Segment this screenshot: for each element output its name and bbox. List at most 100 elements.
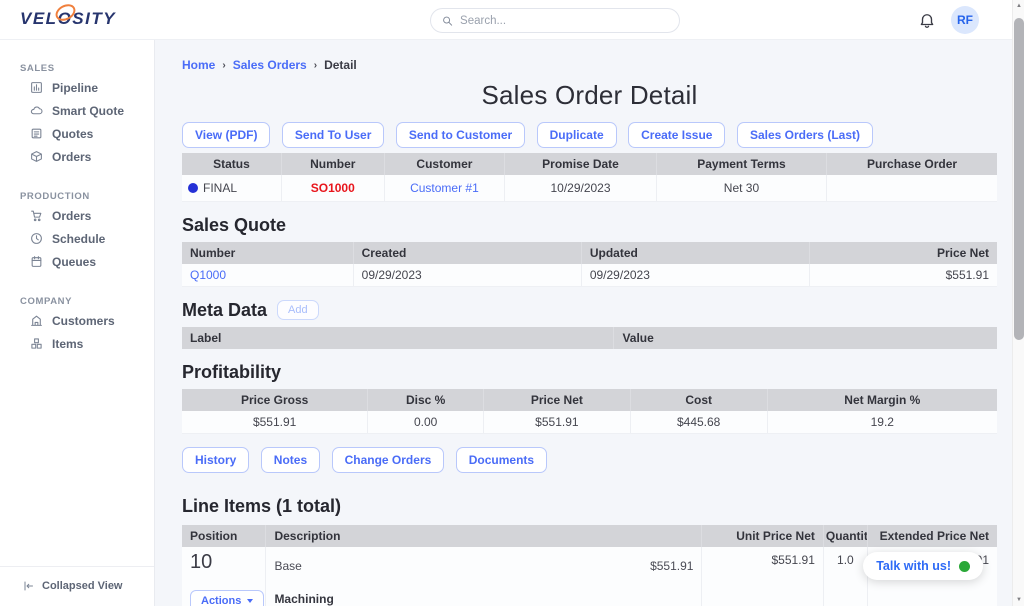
- collapse-left-icon: [22, 580, 34, 592]
- online-status-dot: [959, 561, 970, 572]
- col-position: Position: [182, 525, 266, 547]
- status-badge: FINAL: [203, 181, 237, 195]
- orders-icon: [30, 150, 43, 163]
- chat-launcher-button[interactable]: Talk with us!: [863, 552, 983, 580]
- quote-number-link[interactable]: Q1000: [182, 264, 353, 287]
- promise-date-cell: 10/29/2023: [505, 175, 657, 202]
- sidebar-item-label: Orders: [52, 209, 91, 223]
- sidebar-item-schedule[interactable]: Schedule: [0, 227, 154, 250]
- col-price-net: Price Net: [810, 242, 997, 264]
- sidebar-item-sales-orders[interactable]: Orders: [0, 145, 154, 168]
- col-updated: Updated: [581, 242, 809, 264]
- send-to-customer-button[interactable]: Send to Customer: [396, 122, 525, 148]
- status-dot-icon: [188, 183, 198, 193]
- collapse-sidebar-button[interactable]: Collapsed View: [0, 566, 154, 606]
- col-unit-price-net: Unit Price Net: [702, 525, 823, 547]
- meta-data-heading-row: Meta DataAdd: [182, 300, 997, 321]
- view-pdf-button[interactable]: View (PDF): [182, 122, 270, 148]
- notes-button[interactable]: Notes: [261, 447, 320, 473]
- col-status: Status: [182, 153, 281, 175]
- sidebar-item-label: Pipeline: [52, 81, 98, 95]
- sales-quote-heading: Sales Quote: [182, 215, 997, 236]
- profitability-heading: Profitability: [182, 362, 997, 383]
- profitability-row: $551.91 0.00 $551.91 $445.68 19.2: [182, 411, 997, 434]
- col-value: Value: [614, 327, 997, 349]
- page-scrollbar[interactable]: ▲ ▼: [1012, 0, 1024, 606]
- sales-quote-header-row: Number Created Updated Price Net: [182, 242, 997, 264]
- sidebar-nav: SALES Pipeline Smart Quote Quotes Orders…: [0, 40, 155, 606]
- sidebar-item-production-orders[interactable]: Orders: [0, 204, 154, 227]
- logo-text-post: SITY: [72, 9, 116, 28]
- sidebar-item-pipeline[interactable]: Pipeline: [0, 76, 154, 99]
- notifications-bell-icon[interactable]: [918, 11, 936, 29]
- col-cost: Cost: [630, 389, 767, 411]
- order-status-cell: FINAL: [182, 175, 281, 202]
- line-item-actions-button[interactable]: Actions: [190, 590, 264, 606]
- breadcrumb-home-link[interactable]: Home: [182, 58, 215, 72]
- sidebar-item-quotes[interactable]: Quotes: [0, 122, 154, 145]
- sidebar-section-sales: SALES: [20, 63, 154, 74]
- add-meta-data-button[interactable]: Add: [277, 300, 319, 320]
- order-summary-row: FINAL SO1000 Customer #1 10/29/2023 Net …: [182, 175, 997, 202]
- sales-quote-table: Number Created Updated Price Net Q1000 0…: [182, 242, 997, 287]
- profitability-header-row: Price Gross Disc % Price Net Cost Net Ma…: [182, 389, 997, 411]
- order-action-buttons: View (PDF) Send To User Send to Customer…: [182, 122, 997, 148]
- search-input[interactable]: [460, 15, 668, 27]
- machining-heading: Machining: [274, 592, 693, 606]
- sidebar-item-label: Schedule: [52, 232, 105, 246]
- sidebar-item-label: Smart Quote: [52, 104, 124, 118]
- scroll-up-arrow-icon[interactable]: ▲: [1013, 3, 1024, 9]
- col-label: Label: [182, 327, 614, 349]
- payment-terms-cell: Net 30: [656, 175, 826, 202]
- duplicate-button[interactable]: Duplicate: [537, 122, 617, 148]
- base-price-line: Base $551.91: [274, 551, 693, 573]
- position-cell: 10 Actions: [182, 547, 266, 606]
- user-avatar[interactable]: RF: [951, 6, 979, 34]
- breadcrumb-sales-orders-link[interactable]: Sales Orders: [233, 58, 307, 72]
- quote-updated-cell: 09/29/2023: [581, 264, 809, 287]
- col-net-margin: Net Margin %: [767, 389, 997, 411]
- chat-label: Talk with us!: [876, 559, 951, 573]
- sidebar-item-label: Queues: [52, 255, 96, 269]
- customer-link[interactable]: Customer #1: [384, 175, 505, 202]
- velosity-logo[interactable]: VELOSITY: [20, 9, 116, 29]
- col-created: Created: [353, 242, 581, 264]
- sidebar-item-label: Items: [52, 337, 83, 351]
- scroll-down-arrow-icon[interactable]: ▼: [1013, 597, 1024, 603]
- line-items-header-row: Position Description Unit Price Net Quan…: [182, 525, 997, 547]
- building-icon: [30, 314, 43, 327]
- create-issue-button[interactable]: Create Issue: [628, 122, 725, 148]
- history-button[interactable]: History: [182, 447, 249, 473]
- order-summary-table: Status Number Customer Promise Date Paym…: [182, 153, 997, 202]
- sidebar-item-queues[interactable]: Queues: [0, 250, 154, 273]
- breadcrumb-separator: ›: [222, 60, 225, 71]
- clock-icon: [30, 232, 43, 245]
- topbar-right-group: RF: [918, 0, 979, 40]
- price-gross-cell: $551.91: [182, 411, 368, 434]
- sidebar-item-customers[interactable]: Customers: [0, 309, 154, 332]
- col-payment-terms: Payment Terms: [656, 153, 826, 175]
- sidebar-item-items[interactable]: Items: [0, 332, 154, 355]
- search-icon: [442, 15, 453, 27]
- purchase-order-cell: [827, 175, 997, 202]
- order-summary-header-row: Status Number Customer Promise Date Paym…: [182, 153, 997, 175]
- scrollbar-thumb[interactable]: [1014, 18, 1024, 340]
- col-number: Number: [281, 153, 384, 175]
- send-to-user-button[interactable]: Send To User: [282, 122, 384, 148]
- profitability-table: Price Gross Disc % Price Net Cost Net Ma…: [182, 389, 997, 434]
- global-search[interactable]: [430, 8, 680, 33]
- sidebar-item-smart-quote[interactable]: Smart Quote: [0, 99, 154, 122]
- description-cell: Base $551.91 Machining QTY=1, MATERIAL=S…: [266, 547, 702, 606]
- col-price-net: Price Net: [484, 389, 631, 411]
- change-orders-button[interactable]: Change Orders: [332, 447, 445, 473]
- cost-cell: $445.68: [630, 411, 767, 434]
- col-price-gross: Price Gross: [182, 389, 368, 411]
- documents-button[interactable]: Documents: [456, 447, 547, 473]
- col-customer: Customer: [384, 153, 505, 175]
- sales-orders-last-button[interactable]: Sales Orders (Last): [737, 122, 873, 148]
- quantity-cell: 1.0: [823, 547, 867, 606]
- order-number-cell: SO1000: [281, 175, 384, 202]
- top-header-bar: VELOSITY RF: [0, 0, 1012, 40]
- sidebar-section-production: PRODUCTION: [20, 191, 154, 202]
- col-quote-number: Number: [182, 242, 353, 264]
